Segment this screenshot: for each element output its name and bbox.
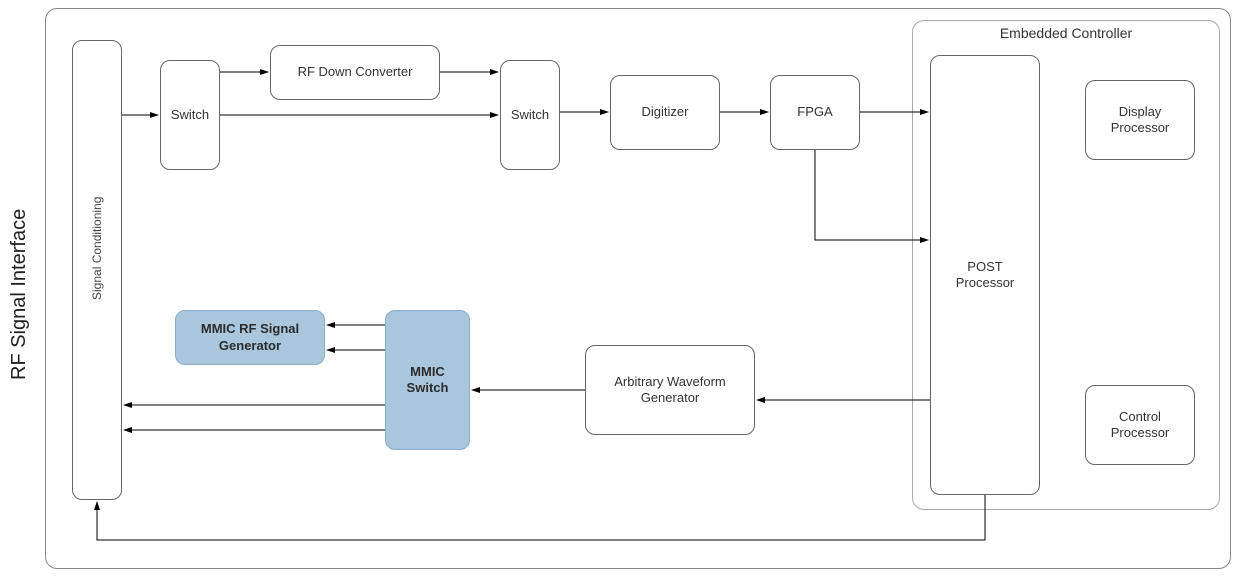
rf-signal-interface-text: RF Signal Interface (8, 209, 30, 380)
fpga-block: FPGA (770, 75, 860, 150)
post-processor-label: POST Processor (937, 259, 1033, 292)
rf-signal-interface-label: RF Signal Interface (8, 209, 31, 380)
embedded-controller-title: Embedded Controller (913, 25, 1219, 41)
switch-1-label: Switch (171, 107, 209, 123)
fpga-label: FPGA (797, 104, 832, 120)
digitizer-label: Digitizer (642, 104, 689, 120)
signal-conditioning-label: Signal Conditioning (90, 197, 104, 300)
diagram-canvas: RF Signal Interface Signal Conditioning … (0, 0, 1236, 577)
control-processor-label: Control Processor (1092, 409, 1188, 442)
control-processor-block: Control Processor (1085, 385, 1195, 465)
switch-1-block: Switch (160, 60, 220, 170)
mmic-switch-block: MMIC Switch (385, 310, 470, 450)
embedded-controller-title-text: Embedded Controller (1000, 25, 1132, 41)
post-processor-block: POST Processor (930, 55, 1040, 495)
display-processor-block: Display Processor (1085, 80, 1195, 160)
mmic-switch-label: MMIC Switch (392, 364, 463, 397)
display-processor-label: Display Processor (1092, 104, 1188, 137)
signal-conditioning-text: Signal Conditioning (90, 197, 104, 300)
mmic-rf-signal-generator-label: MMIC RF Signal Generator (182, 321, 318, 354)
switch-2-label: Switch (511, 107, 549, 123)
awg-label: Arbitrary Waveform Generator (592, 374, 748, 407)
rf-down-converter-block: RF Down Converter (270, 45, 440, 100)
rf-down-converter-label: RF Down Converter (298, 64, 413, 80)
switch-2-block: Switch (500, 60, 560, 170)
awg-block: Arbitrary Waveform Generator (585, 345, 755, 435)
mmic-rf-signal-generator-block: MMIC RF Signal Generator (175, 310, 325, 365)
digitizer-block: Digitizer (610, 75, 720, 150)
